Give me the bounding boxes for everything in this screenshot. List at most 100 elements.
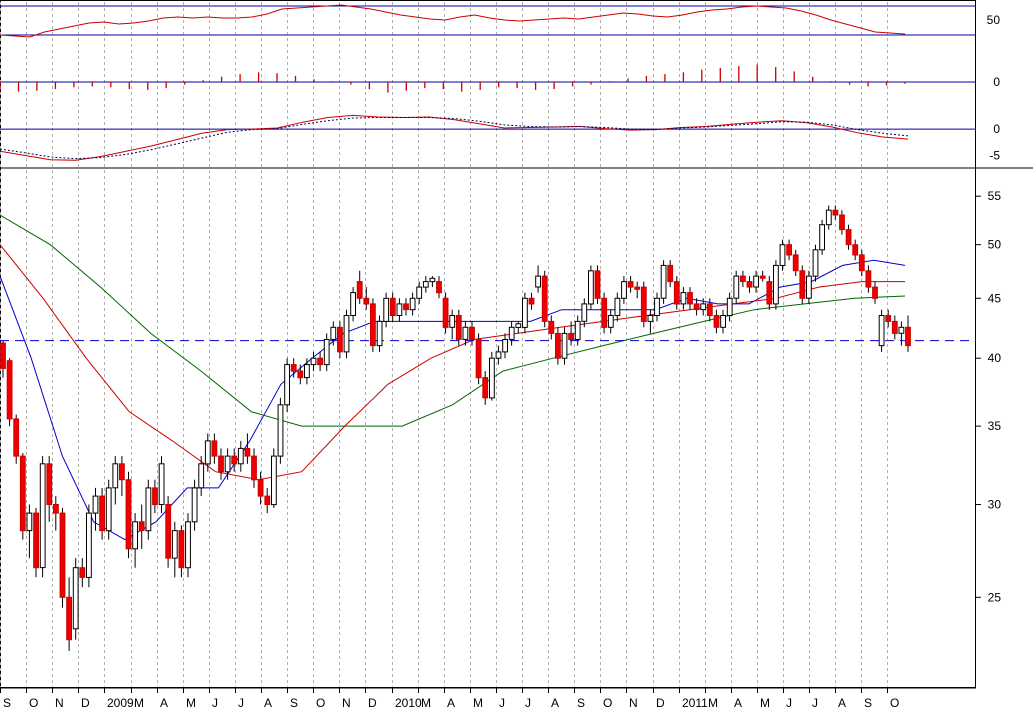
candle: [812, 244, 819, 282]
candle-body: [449, 315, 456, 328]
candle: [416, 281, 423, 304]
candle: [495, 345, 502, 365]
candle: [634, 281, 641, 299]
candle: [581, 298, 588, 328]
candle-body: [396, 303, 403, 316]
candle: [429, 276, 436, 288]
x-tick-label: S: [577, 696, 585, 710]
candle: [396, 298, 403, 322]
macd-tick-label: 0: [993, 122, 1000, 136]
candle-body: [165, 504, 172, 559]
candle-body: [317, 357, 324, 366]
x-tick-label: J: [525, 696, 531, 710]
candle-body: [171, 530, 178, 559]
candle: [72, 558, 79, 640]
candle-body: [786, 244, 793, 256]
candle-body: [581, 303, 588, 322]
candle: [376, 315, 383, 352]
candle-body: [132, 521, 138, 550]
candle-body: [574, 320, 581, 340]
x-tick-label: 2011: [682, 696, 708, 710]
candle: [773, 260, 779, 310]
x-tick-label: D: [368, 696, 377, 710]
candle: [178, 525, 185, 578]
candle-body: [370, 303, 376, 347]
candle-body: [654, 297, 660, 316]
candle: [845, 224, 852, 250]
price-tick-label: 25: [988, 590, 1002, 604]
candle: [449, 309, 456, 340]
candle: [766, 276, 773, 310]
candle: [356, 270, 363, 304]
candle: [885, 309, 892, 328]
x-tick-label: M: [134, 696, 144, 710]
x-tick-label: O: [890, 696, 899, 710]
candle: [541, 270, 548, 328]
candle-body: [568, 332, 575, 340]
candle: [898, 321, 905, 346]
candle: [13, 414, 20, 464]
candle-body: [819, 224, 826, 251]
x-tick-label: N: [55, 696, 64, 710]
candle: [337, 321, 343, 359]
candle-body: [759, 275, 766, 279]
candle-body: [792, 254, 799, 272]
x-tick-label: J: [212, 696, 218, 710]
candle-body: [26, 512, 33, 532]
candle-body: [409, 297, 416, 311]
candle: [191, 479, 198, 531]
candle-body: [271, 455, 277, 506]
candle-body: [614, 297, 621, 316]
candle-body: [191, 487, 198, 523]
candle-body: [905, 326, 911, 347]
candle: [673, 276, 680, 310]
candle: [647, 309, 654, 334]
candle-body: [621, 281, 627, 299]
candle-body: [105, 487, 112, 532]
candle-body: [541, 275, 548, 322]
candle-body: [812, 249, 819, 277]
candle-body: [885, 315, 892, 322]
candle-body: [13, 418, 20, 457]
candle: [6, 358, 13, 427]
price-tick-label: 50: [988, 238, 1002, 252]
x-tick-label: S: [3, 696, 11, 710]
candle: [257, 471, 264, 505]
candle: [158, 456, 165, 514]
candle: [469, 321, 475, 346]
candle: [389, 292, 396, 322]
candle-body: [607, 315, 614, 328]
candle: [607, 309, 614, 334]
candle: [132, 513, 138, 568]
candle-body: [548, 320, 555, 334]
candle-body: [779, 244, 786, 266]
candle-body: [700, 303, 707, 311]
candle-body: [257, 479, 264, 497]
candle-body: [746, 281, 753, 288]
rsi-line: [0, 4, 906, 38]
candle: [687, 287, 693, 310]
candle-body: [0, 342, 6, 369]
candle-body: [264, 495, 271, 506]
candle-body: [99, 495, 105, 532]
candle: [475, 333, 482, 385]
x-tick-label: D: [656, 696, 665, 710]
candle-body: [515, 323, 522, 328]
candle-body: [640, 286, 647, 322]
candle-body: [416, 286, 423, 299]
candle: [86, 504, 92, 588]
candle-body: [522, 297, 528, 328]
candle: [39, 456, 46, 578]
candle-body: [277, 404, 284, 457]
candle-body: [878, 315, 885, 347]
candle-body: [726, 297, 733, 316]
candle: [297, 364, 304, 385]
candle: [852, 239, 859, 261]
candle-body: [330, 326, 337, 340]
candle: [502, 333, 509, 359]
candle: [891, 315, 898, 340]
candle-body: [436, 281, 442, 294]
x-tick-label: A: [160, 696, 168, 710]
candle-body: [224, 455, 231, 473]
candle: [442, 292, 449, 334]
